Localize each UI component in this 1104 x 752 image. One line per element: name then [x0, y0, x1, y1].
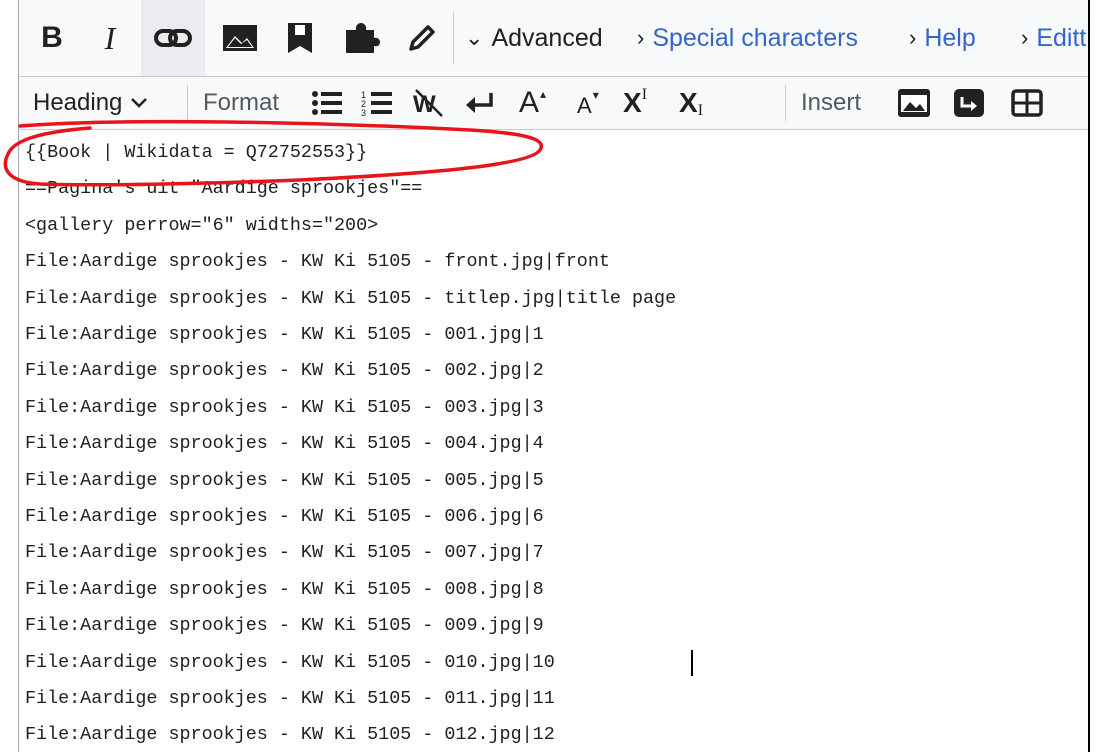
code-line: <gallery perrow="6" widths="200> — [25, 214, 379, 236]
image-icon — [223, 25, 257, 51]
link-icon — [154, 29, 192, 47]
table-button[interactable] — [1011, 77, 1043, 129]
small-text-icon: A — [577, 93, 592, 118]
code-line: File:Aardige sprookjes - KW Ki 5105 - ti… — [25, 287, 677, 309]
text-cursor — [691, 649, 693, 676]
help-label: Help — [924, 23, 976, 52]
main-toolbar: B I ⌄ Advanced › Special characters › He… — [19, 0, 1089, 77]
italic-icon: I — [104, 19, 116, 56]
special-characters-label: Special characters — [652, 23, 858, 52]
superscript-button[interactable]: X I — [623, 77, 647, 129]
chevron-down-icon — [131, 98, 148, 108]
chevron-down-icon: ⌄ — [465, 25, 484, 50]
code-line: File:Aardige sprookjes - KW Ki 5105 - 01… — [25, 651, 555, 673]
chevron-right-icon: › — [909, 25, 917, 50]
code-line: File:Aardige sprookjes - KW Ki 5105 - 00… — [25, 578, 544, 600]
newline-icon — [466, 93, 493, 113]
subscript-icon: X — [679, 87, 698, 118]
code-line: File:Aardige sprookjes - KW Ki 5105 - 01… — [25, 724, 555, 746]
code-line: File:Aardige sprookjes - KW Ki 5105 - 00… — [25, 506, 544, 527]
superscript-icon: X — [623, 87, 642, 118]
help-menu[interactable]: › Help — [909, 0, 976, 76]
table-icon — [1011, 89, 1043, 117]
wikitext-textarea[interactable]: {{Book | Wikidata = Q72752553}} ==Pagina'… — [19, 130, 1089, 752]
editing-label: Editt — [1036, 23, 1087, 52]
reference-button[interactable] — [275, 0, 325, 76]
small-text-button[interactable]: A ▾ — [577, 77, 599, 129]
signature-button[interactable] — [397, 0, 447, 76]
editing-menu[interactable]: › Editt — [1021, 0, 1086, 76]
superscript-mark: I — [641, 86, 648, 103]
annotation-ellipse — [3, 119, 544, 187]
caret-down-icon: ▾ — [592, 88, 599, 102]
code-line: File:Aardige sprookjes - KW Ki 5105 - 00… — [25, 542, 544, 564]
redirect-icon — [954, 89, 984, 117]
reference-icon — [288, 23, 312, 53]
toolbar-divider — [453, 12, 454, 64]
nowiki-icon: W — [413, 89, 443, 118]
toolbar-divider — [187, 85, 188, 121]
code-line: File:Aardige sprookjes - KW Ki 5105 - 00… — [25, 469, 544, 491]
window-edge — [1088, 0, 1090, 752]
subscript-button[interactable]: X I — [679, 77, 703, 129]
svg-text:3: 3 — [361, 108, 366, 117]
gallery-button[interactable] — [897, 77, 931, 129]
toolbar-divider — [785, 85, 786, 121]
code-line: File:Aardige sprookjes - KW Ki 5105 - 00… — [25, 433, 544, 455]
code-line: File:Aardige sprookjes - KW Ki 5105 - fr… — [25, 251, 610, 273]
link-button[interactable] — [141, 0, 205, 76]
code-line: File:Aardige sprookjes - KW Ki 5105 - 00… — [25, 615, 544, 637]
caret-up-icon: ▴ — [540, 87, 547, 101]
gallery-icon — [898, 89, 930, 117]
special-characters-menu[interactable]: › Special characters — [637, 0, 858, 76]
chevron-right-icon: › — [1021, 25, 1029, 50]
big-text-icon: A — [519, 86, 540, 119]
puzzle-icon — [346, 23, 380, 53]
chevron-right-icon: › — [637, 25, 645, 50]
advanced-menu[interactable]: ⌄ Advanced — [465, 0, 603, 76]
wikitext-editor: B I ⌄ Advanced › Special characters › He… — [18, 0, 1089, 752]
code-line: File:Aardige sprookjes - KW Ki 5105 - 00… — [25, 360, 544, 382]
advanced-label: Advanced — [491, 23, 603, 52]
redirect-button[interactable] — [953, 77, 985, 129]
image-button[interactable] — [215, 0, 265, 76]
heading-label: Heading — [33, 89, 123, 116]
insert-group-label: Insert — [801, 77, 861, 129]
template-button[interactable] — [335, 0, 389, 76]
bulleted-list-icon — [312, 91, 342, 115]
numbered-list-icon: 1 2 3 — [361, 90, 392, 117]
bold-icon: B — [41, 21, 63, 54]
bold-button[interactable]: B — [27, 0, 77, 76]
pencil-icon — [409, 25, 435, 51]
code-line: File:Aardige sprookjes - KW Ki 5105 - 01… — [25, 688, 555, 709]
format-label: Format — [203, 89, 280, 116]
code-line: File:Aardige sprookjes - KW Ki 5105 - 00… — [25, 396, 544, 418]
subscript-mark: I — [697, 102, 704, 119]
insert-label: Insert — [801, 89, 862, 116]
italic-button[interactable]: I — [85, 0, 135, 76]
code-line: File:Aardige sprookjes - KW Ki 5105 - 00… — [25, 324, 544, 345]
svg-text:W: W — [413, 91, 436, 118]
